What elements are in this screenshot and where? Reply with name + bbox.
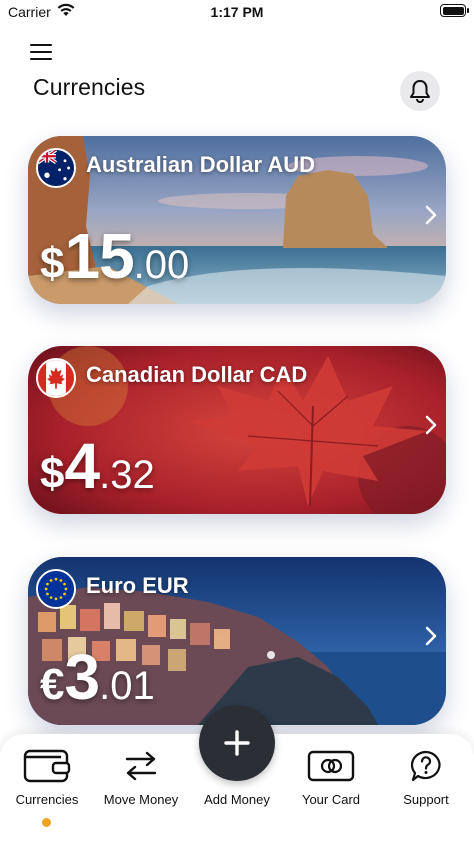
bell-icon — [410, 80, 430, 103]
tab-label: Your Card — [301, 792, 361, 807]
currency-card-cad[interactable]: Canadian Dollar CAD $4.32 — [28, 346, 446, 514]
balance-whole: 4 — [64, 430, 100, 502]
page-title: Currencies — [33, 74, 146, 100]
tab-label: Currencies — [15, 792, 79, 807]
currency-card-eur[interactable]: Euro EUR €3.01 — [28, 557, 446, 725]
currency-balance: $4.32 — [40, 434, 155, 498]
help-icon — [410, 750, 441, 782]
eu-flag-icon — [36, 569, 76, 609]
currency-symbol: $ — [40, 239, 65, 288]
wallet-icon — [23, 749, 71, 783]
chevron-right-icon — [425, 205, 437, 225]
transfer-arrows-icon — [125, 751, 157, 781]
currency-name: Australian Dollar AUD — [86, 152, 316, 177]
battery-icon — [440, 4, 469, 17]
tab-currencies[interactable]: Currencies — [0, 734, 94, 827]
tab-label: Support — [403, 792, 449, 807]
balance-whole: 3 — [64, 641, 100, 713]
currency-card-aud[interactable]: Australian Dollar AUD $15.00 — [28, 136, 446, 304]
card-icon — [307, 750, 355, 782]
tab-label: Add Money — [204, 792, 270, 807]
hamburger-icon[interactable] — [30, 44, 52, 60]
australia-flag-icon — [36, 148, 76, 188]
status-bar: Carrier 1:17 PM — [0, 0, 474, 26]
currency-symbol: € — [40, 660, 65, 709]
currency-symbol: $ — [40, 449, 65, 498]
canada-flag-icon — [36, 358, 76, 398]
status-time: 1:17 PM — [210, 4, 264, 20]
currency-balance: €3.01 — [40, 645, 155, 709]
notifications-button[interactable] — [400, 71, 440, 111]
add-money-button[interactable] — [199, 705, 275, 781]
tab-label: Move Money — [103, 792, 179, 807]
tab-move-money[interactable]: Move Money — [94, 734, 188, 824]
balance-decimal: .32 — [99, 453, 155, 497]
currency-name: Euro EUR — [86, 573, 189, 598]
tab-support[interactable]: Support — [379, 734, 473, 824]
chevron-right-icon — [425, 415, 437, 435]
plus-icon — [224, 730, 250, 756]
balance-decimal: .00 — [133, 243, 190, 287]
active-tab-indicator — [42, 818, 51, 827]
currency-name: Canadian Dollar CAD — [86, 362, 308, 387]
balance-decimal: .01 — [99, 664, 155, 708]
currency-balance: $15.00 — [40, 224, 189, 288]
tab-your-card[interactable]: Your Card — [284, 734, 378, 824]
chevron-right-icon — [425, 626, 437, 646]
balance-whole: 15 — [64, 220, 134, 292]
